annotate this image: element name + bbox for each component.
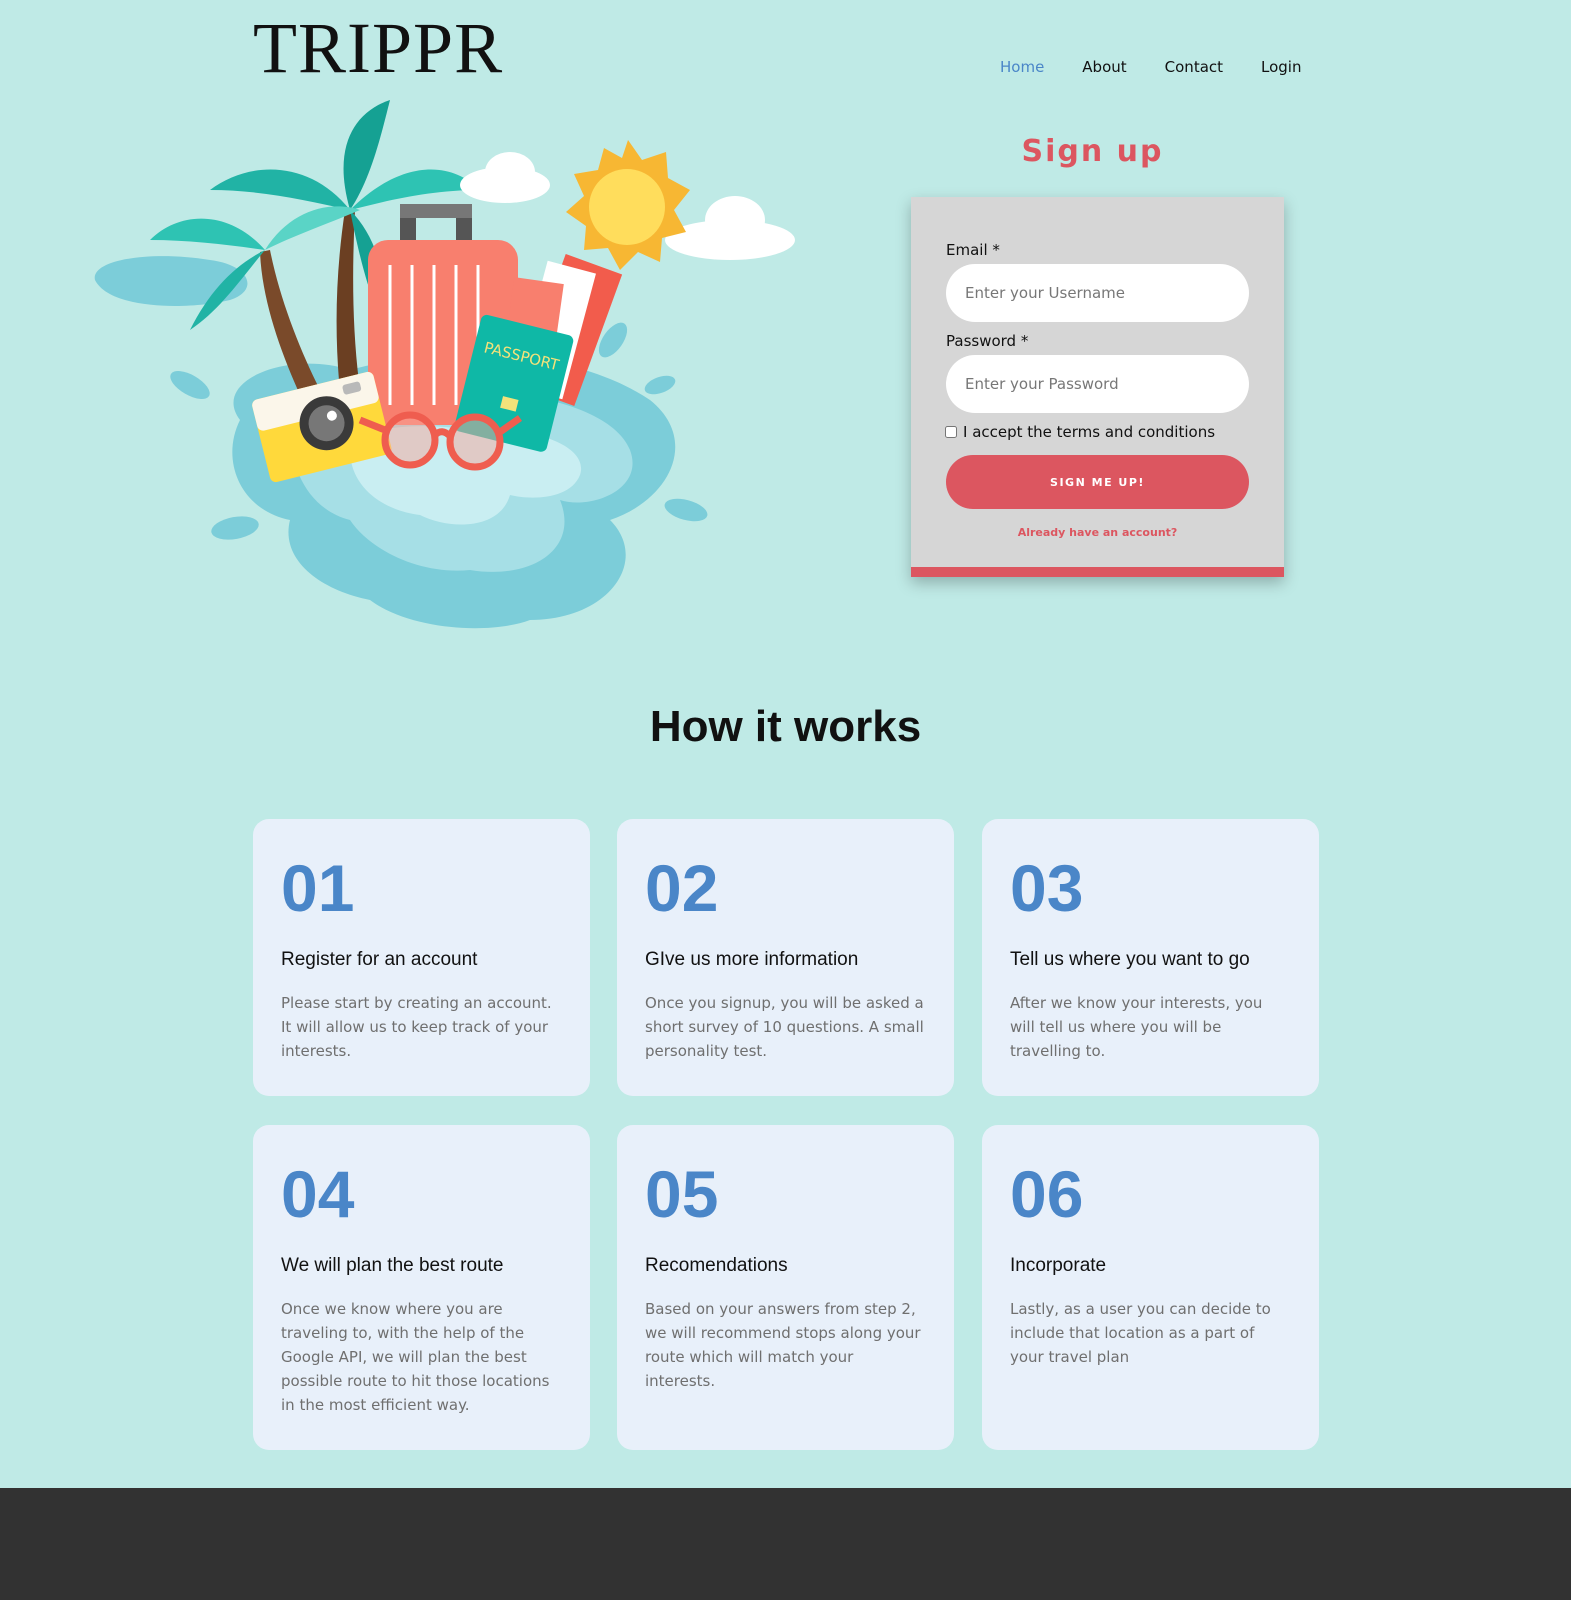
how-it-works-title: How it works <box>649 702 922 751</box>
travel-illustration: PASSPORT <box>94 100 795 629</box>
step-number: 06 <box>1010 1157 1084 1231</box>
step-description: Lastly, as a user you can decide to incl… <box>1010 1300 1271 1366</box>
footer <box>0 1488 1571 1600</box>
step-description: After we know your interests, you will t… <box>1010 994 1263 1060</box>
main-nav: Home About Contact Login <box>1000 56 1339 78</box>
card-accent-bar <box>911 567 1284 577</box>
step-card: 05 Recomendations Based on your answers … <box>617 1125 954 1450</box>
water-drop <box>644 375 676 395</box>
step-number: 03 <box>1010 851 1084 925</box>
nav-contact-link[interactable]: Contact <box>1165 56 1223 78</box>
password-field[interactable] <box>946 355 1249 413</box>
step-card: 06 Incorporate Lastly, as a user you can… <box>982 1125 1319 1450</box>
signup-form: Email * Password * I accept the terms an… <box>911 197 1284 577</box>
nav-home-link[interactable]: Home <box>1000 56 1044 78</box>
already-have-account-link[interactable]: Already have an account? <box>946 526 1249 539</box>
step-card: 02 GIve us more information Once you sig… <box>617 819 954 1096</box>
step-number: 05 <box>645 1157 719 1231</box>
email-field[interactable] <box>946 264 1249 322</box>
terms-row: I accept the terms and conditions <box>945 423 1215 441</box>
step-description: Once we know where you are traveling to,… <box>281 1300 550 1414</box>
nav-about-link[interactable]: About <box>1082 56 1126 78</box>
terms-checkbox[interactable] <box>945 426 957 438</box>
step-description: Please start by creating an account. It … <box>281 994 552 1060</box>
water-drop <box>211 516 259 540</box>
step-title: GIve us more information <box>645 949 859 970</box>
step-title: We will plan the best route <box>281 1255 504 1276</box>
signup-title: Sign up <box>1021 134 1164 169</box>
step-card: 01 Register for an account Please start … <box>253 819 590 1096</box>
step-description: Once you signup, you will be asked a sho… <box>645 994 924 1060</box>
sign-up-button[interactable]: SIGN ME UP! <box>946 455 1249 509</box>
step-title: Tell us where you want to go <box>1010 949 1250 970</box>
step-title: Incorporate <box>1010 1255 1107 1276</box>
step-title: Recomendations <box>645 1255 788 1276</box>
step-title: Register for an account <box>281 949 478 970</box>
step-number: 04 <box>281 1157 355 1231</box>
email-label: Email * <box>946 241 1000 259</box>
water-drop <box>170 371 210 399</box>
nav-login-link[interactable]: Login <box>1261 56 1301 78</box>
terms-label: I accept the terms and conditions <box>963 423 1216 441</box>
water-drop <box>664 498 708 522</box>
step-number: 01 <box>281 851 355 925</box>
step-card: 04 We will plan the best route Once we k… <box>253 1125 590 1450</box>
password-label: Password * <box>946 332 1029 350</box>
sun-icon <box>566 140 690 270</box>
site-logo[interactable]: TRIPPR <box>253 12 503 92</box>
step-card: 03 Tell us where you want to go After we… <box>982 819 1319 1096</box>
cloud <box>460 152 550 203</box>
cloud <box>665 196 795 260</box>
step-number: 02 <box>645 851 719 925</box>
step-description: Based on your answers from step 2, we wi… <box>645 1300 921 1390</box>
